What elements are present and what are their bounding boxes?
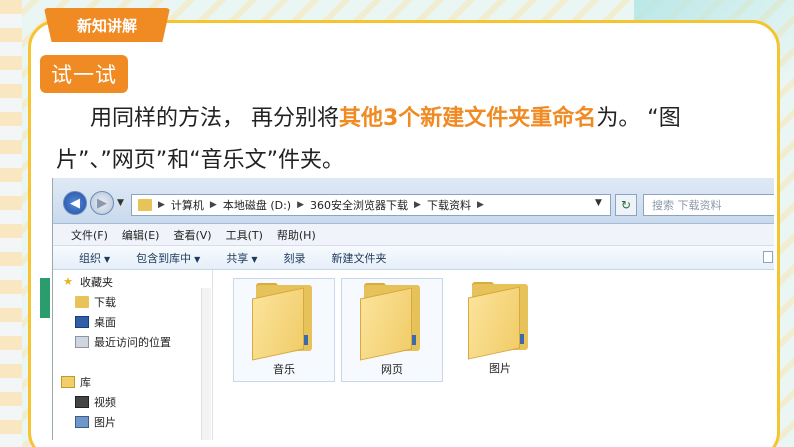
refresh-icon: ↻ <box>620 198 632 212</box>
sidebar-item-label: 库 <box>80 376 91 389</box>
sidebar-item-pictures[interactable]: 图片 <box>75 414 116 430</box>
breadcrumb[interactable]: ▶ 计算机 ▶ 本地磁盘 (D:) ▶ 360安全浏览器下载 ▶ 下载资料 ▶ <box>131 194 611 216</box>
recent-places-icon <box>75 336 89 348</box>
organize-button[interactable]: 组织 ▼ <box>79 250 110 266</box>
history-dropdown-icon[interactable]: ▼ <box>117 198 124 208</box>
chevron-right-icon[interactable]: ▶ <box>477 200 484 210</box>
forward-button[interactable]: ▶ <box>90 191 114 215</box>
folder-label: 音乐 <box>273 363 295 376</box>
folder-item-webpage[interactable]: 网页 <box>341 278 443 382</box>
try-badge: 试一试 <box>40 55 128 93</box>
folder-label: 图片 <box>489 362 511 375</box>
sidebar-item-label: 视频 <box>94 396 116 409</box>
include-library-button[interactable]: 包含到库中 ▼ <box>136 250 200 266</box>
command-bar: 组织 ▼ 包含到库中 ▼ 共享 ▼ 刻录 新建文件夹 <box>53 246 774 270</box>
new-folder-button[interactable]: 新建文件夹 <box>331 250 386 266</box>
chevron-down-icon: ▼ <box>251 254 258 264</box>
include-library-label: 包含到库中 <box>136 251 192 265</box>
back-arrow-icon: ◀ <box>70 195 80 211</box>
sidebar-item-desktop[interactable]: 桌面 <box>75 314 116 330</box>
instruction-part1: 用同样的方法， 再分别将 <box>90 106 339 131</box>
star-icon: ★ <box>63 275 73 288</box>
sidebar-item-videos[interactable]: 视频 <box>75 394 116 410</box>
instruction-text: 用同样的方法， 再分别将其他3个新建文件夹重命名为。 “图片”、”网页”和“音乐… <box>56 98 736 182</box>
sidebar-item-label: 图片 <box>94 416 116 429</box>
sidebar-item-label: 下载 <box>94 296 116 309</box>
green-edge-mark <box>40 278 50 318</box>
sidebar-item-label: 最近访问的位置 <box>94 336 171 349</box>
folder-item-music[interactable]: 音乐 <box>233 278 335 382</box>
chevron-down-icon: ▼ <box>104 254 111 264</box>
download-folder-icon <box>75 296 89 308</box>
sidebar-item-label: 收藏夹 <box>80 276 113 289</box>
share-label: 共享 <box>226 251 249 265</box>
menu-view[interactable]: 查看(V) <box>173 227 211 243</box>
navpane-scrollbar[interactable] <box>201 288 211 440</box>
chevron-down-icon: ▼ <box>194 254 201 264</box>
left-decor-strip <box>0 0 22 447</box>
sidebar-item-library[interactable]: 库 <box>61 374 91 390</box>
menu-bar: 文件(F) 编辑(E) 查看(V) 工具(T) 帮助(H) <box>53 224 774 246</box>
breadcrumb-item[interactable]: 下载资料 <box>427 197 471 213</box>
view-options-icon[interactable] <box>763 251 773 263</box>
forward-arrow-icon: ▶ <box>97 195 107 211</box>
left-edge-strip <box>38 178 52 440</box>
chevron-right-icon[interactable]: ▶ <box>158 200 165 210</box>
organize-label: 组织 <box>79 251 101 265</box>
path-dropdown-icon[interactable]: ▼ <box>595 198 602 208</box>
breadcrumb-item[interactable]: 360安全浏览器下载 <box>310 197 408 213</box>
library-icon <box>61 376 75 388</box>
menu-file[interactable]: 文件(F) <box>71 227 108 243</box>
chevron-right-icon[interactable]: ▶ <box>210 200 217 210</box>
picture-library-icon <box>75 416 89 428</box>
section-tab: 新知讲解 <box>44 8 170 42</box>
sidebar-item-label: 桌面 <box>94 316 116 329</box>
sidebar-item-downloads[interactable]: 下载 <box>75 294 116 310</box>
share-button[interactable]: 共享 ▼ <box>226 250 257 266</box>
folder-icon <box>360 283 424 361</box>
folder-label: 网页 <box>381 363 403 376</box>
folder-icon <box>468 282 532 360</box>
sidebar-item-favorites[interactable]: ★ 收藏夹 <box>61 274 113 290</box>
chevron-right-icon[interactable]: ▶ <box>297 200 304 210</box>
folder-icon <box>138 199 152 211</box>
address-bar: ◀ ▶ ▼ ▶ 计算机 ▶ 本地磁盘 (D:) ▶ 360安全浏览器下载 ▶ 下… <box>53 178 774 224</box>
menu-help[interactable]: 帮助(H) <box>277 227 316 243</box>
folder-icon <box>252 283 316 361</box>
breadcrumb-item[interactable]: 计算机 <box>171 197 204 213</box>
explorer-window: ◀ ▶ ▼ ▶ 计算机 ▶ 本地磁盘 (D:) ▶ 360安全浏览器下载 ▶ 下… <box>52 178 774 440</box>
desktop-icon <box>75 316 89 328</box>
sidebar-item-recent[interactable]: 最近访问的位置 <box>75 334 171 350</box>
menu-edit[interactable]: 编辑(E) <box>122 227 160 243</box>
search-input[interactable]: 搜索 下载资料 <box>643 194 774 216</box>
menu-tools[interactable]: 工具(T) <box>226 227 263 243</box>
file-list: 音乐 网页 图片 <box>215 270 774 440</box>
navigation-pane: ★ 收藏夹 下载 桌面 最近访问的位置 库 视频 图片 <box>53 270 213 440</box>
chevron-right-icon[interactable]: ▶ <box>414 200 421 210</box>
video-library-icon <box>75 396 89 408</box>
back-button[interactable]: ◀ <box>63 191 87 215</box>
breadcrumb-item[interactable]: 本地磁盘 (D:) <box>223 197 291 213</box>
burn-button[interactable]: 刻录 <box>283 250 305 266</box>
folder-item-pictures[interactable]: 图片 <box>449 278 551 382</box>
refresh-button[interactable]: ↻ <box>615 194 637 216</box>
instruction-highlight: 其他3个新建文件夹重命名 <box>339 106 597 131</box>
